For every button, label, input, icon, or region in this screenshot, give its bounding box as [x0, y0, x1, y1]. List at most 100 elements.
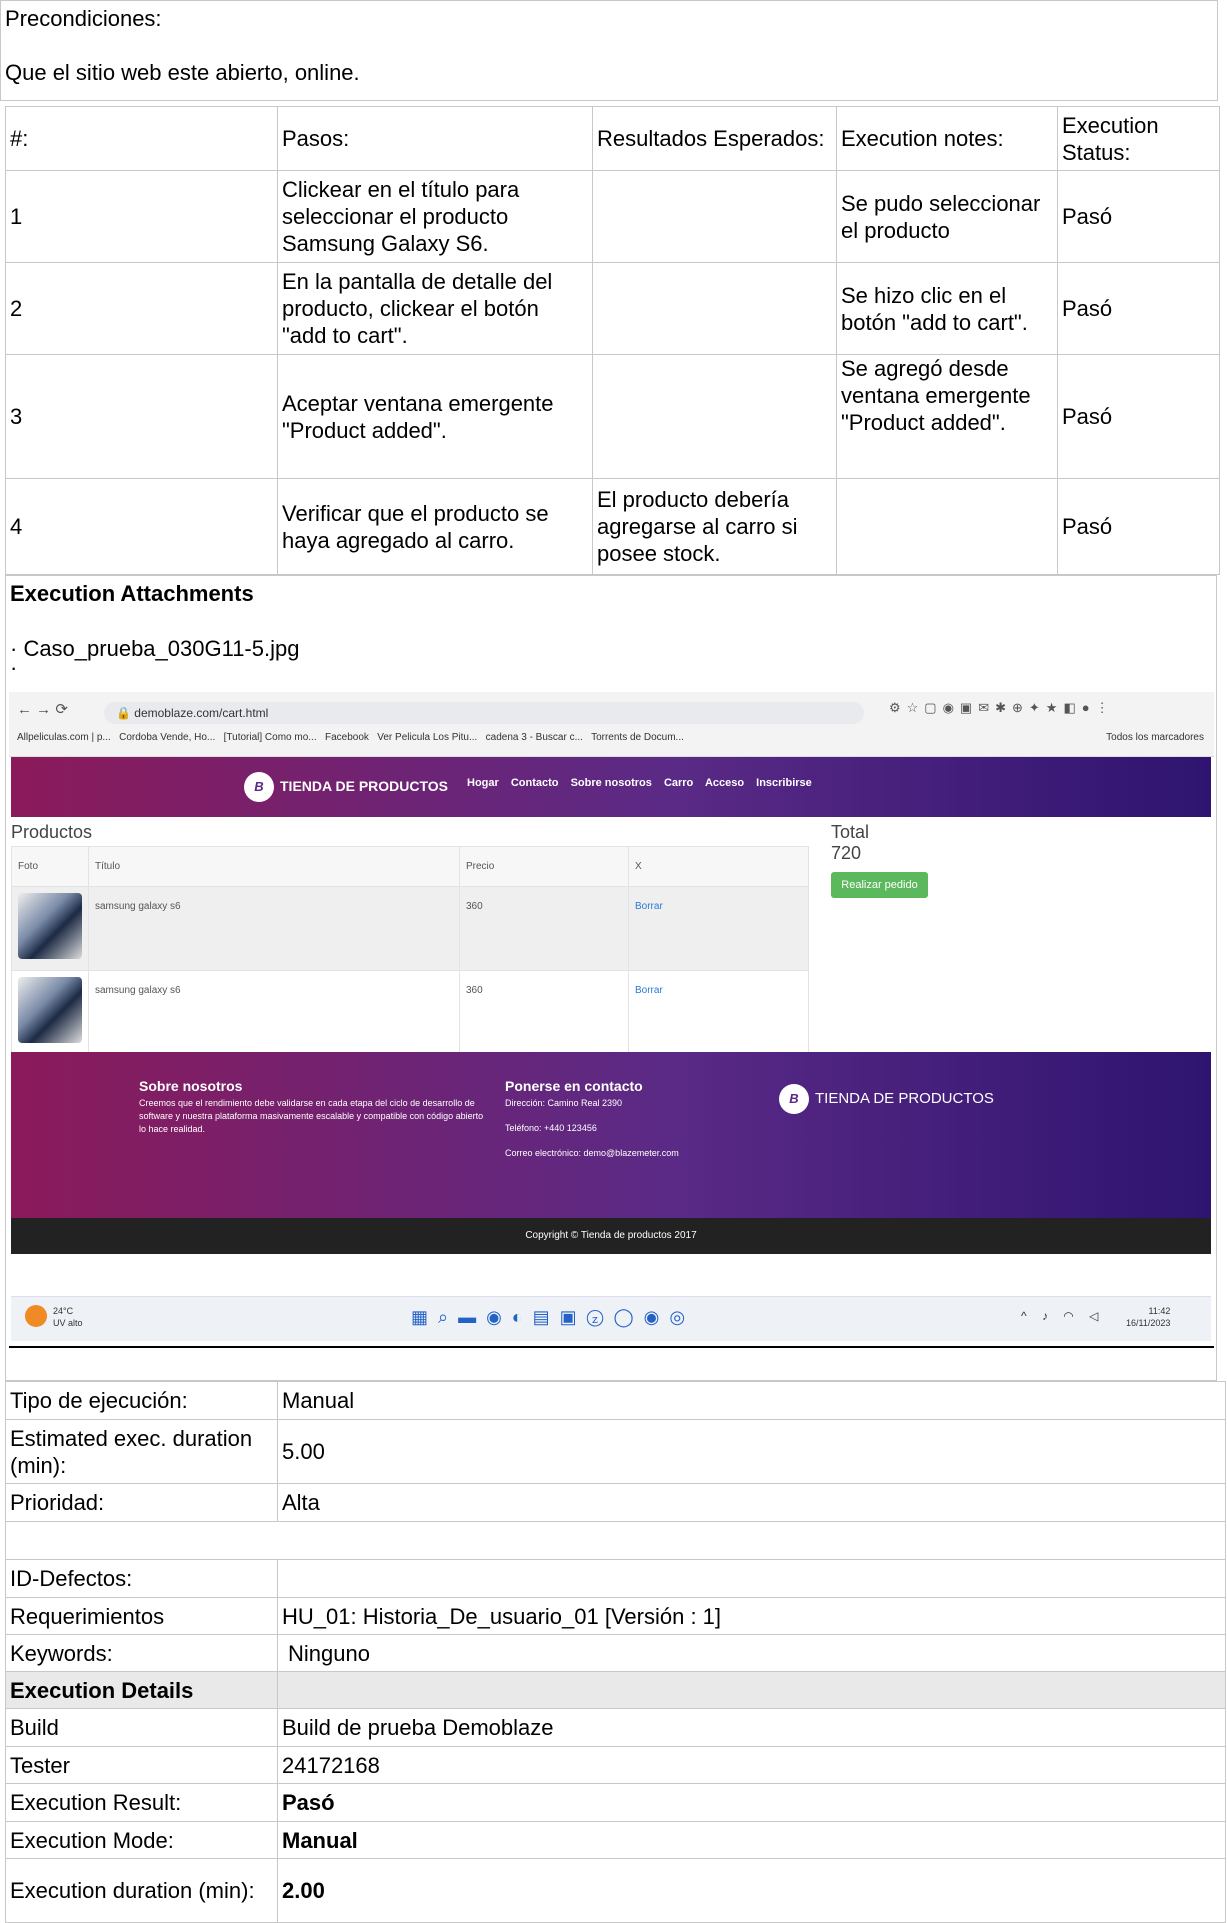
- store-logo-icon: B: [244, 772, 274, 803]
- store-brand: B TIENDA DE PRODUCTOS: [244, 771, 448, 803]
- step-expected: [592, 262, 837, 355]
- step-text: Verificar que el producto se haya agrega…: [277, 478, 593, 575]
- cart-header: Foto: [11, 846, 89, 887]
- screenshot-bottom-border: [9, 1346, 1214, 1348]
- requirements-value[interactable]: HU_01: Historia_De_usuario_01 [Versión :…: [277, 1597, 1226, 1635]
- total-block: Total 720: [831, 822, 869, 864]
- step-expected: [592, 170, 837, 263]
- bookmark: [Tutorial] Como mo...: [223, 732, 317, 743]
- system-tray-icons: ^ ♪ ◠ ◁: [1021, 1309, 1105, 1323]
- duration-label: Execution duration (min):: [5, 1858, 278, 1923]
- cart-header: X: [628, 846, 809, 887]
- phone-image: [18, 977, 82, 1043]
- priority-label: Prioridad:: [5, 1483, 278, 1522]
- step-text: En la pantalla de detalle del producto, …: [277, 262, 593, 355]
- preconditions-label: Precondiciones:: [5, 6, 162, 31]
- step-num: 1: [5, 170, 278, 263]
- weather-icon: [25, 1305, 47, 1327]
- menu-item: Inscribirse: [756, 777, 812, 789]
- cart-title: samsung galaxy s6: [88, 886, 460, 971]
- keywords-value: Ninguno: [277, 1634, 1226, 1672]
- footer-phone: Teléfono: +440 123456: [505, 1123, 597, 1133]
- cart-row: samsung galaxy s6 360 Borrar: [11, 886, 809, 971]
- address-url: demoblaze.com/cart.html: [134, 706, 269, 720]
- store-menu: Hogar Contacto Sobre nosotros Carro Acce…: [467, 777, 821, 789]
- cart-title: samsung galaxy s6: [88, 970, 460, 1055]
- bookmarks-bar: Allpeliculas.com | p... Cordoba Vende, H…: [17, 732, 684, 743]
- step-expected: El producto debería agregarse al carro s…: [592, 478, 837, 575]
- total-label: Total: [831, 822, 870, 842]
- spacer-row: [5, 1521, 1226, 1560]
- menu-item: Contacto: [510, 777, 559, 789]
- bookmark: Facebook: [324, 732, 369, 743]
- total-value: 720: [831, 843, 862, 863]
- products-title: Productos: [11, 822, 93, 842]
- footer-about: Sobre nosotros Creemos que el rendimient…: [139, 1078, 489, 1136]
- footer-about-title: Sobre nosotros: [139, 1078, 243, 1094]
- address-bar: 🔒 demoblaze.com/cart.html: [104, 702, 864, 724]
- step-row: 3 Aceptar ventana emergente "Product add…: [5, 354, 1220, 479]
- duration-value: 2.00: [277, 1858, 1226, 1923]
- menu-item: Acceso: [704, 777, 745, 789]
- cart-table: Foto Título Precio X samsung galaxy s6 3…: [11, 846, 809, 1055]
- footer-brand-text: TIENDA DE PRODUCTOS: [815, 1090, 994, 1107]
- est-duration-label: Estimated exec. duration (min):: [5, 1419, 278, 1484]
- priority-value: Alta: [277, 1483, 1226, 1522]
- execution-info-table: Tipo de ejecución: Manual Estimated exec.…: [5, 1381, 1226, 1923]
- steps-header-row: #: Pasos: Resultados Esperados: Executio…: [5, 106, 1220, 171]
- step-expected: [592, 354, 837, 479]
- attachment-file-link[interactable]: · Caso_prueba_030G11-5.jpg: [10, 635, 299, 662]
- result-value: Pasó: [277, 1783, 1226, 1822]
- header-status: Execution Status:: [1057, 106, 1220, 171]
- build-value: Build de prueba Demoblaze: [277, 1708, 1226, 1747]
- bookmark-all: Todos los marcadores: [1106, 732, 1204, 743]
- taskbar-app-icons: ▦⌕▬◉◐▤▣ⓩ◯◉◎: [411, 1307, 696, 1327]
- step-notes: Se hizo clic en el botón "add to cart".: [836, 262, 1058, 355]
- est-duration-value: 5.00: [277, 1419, 1226, 1484]
- steps-table: #: Pasos: Resultados Esperados: Executio…: [5, 106, 1220, 575]
- result-label: Execution Result:: [5, 1783, 278, 1822]
- menu-item: Carro: [663, 777, 694, 789]
- footer-address: Dirección: Camino Real 2390: [505, 1098, 623, 1108]
- clock-time: 11:42: [1148, 1306, 1171, 1316]
- attachment-bullet: ·: [10, 655, 18, 680]
- weather-temp: 24°C: [53, 1306, 74, 1316]
- store-navbar: B TIENDA DE PRODUCTOS Hogar Contacto Sobr…: [11, 757, 1211, 817]
- footer-contact: Ponerse en contacto Dirección: Camino Re…: [505, 1078, 679, 1160]
- step-row: 2 En la pantalla de detalle del producto…: [5, 262, 1220, 355]
- step-status: Pasó: [1057, 478, 1220, 575]
- step-status: Pasó: [1057, 354, 1220, 479]
- cart-price: 360: [459, 970, 629, 1055]
- cart-price: 360: [459, 886, 629, 971]
- attachments-section: Execution Attachments · Caso_prueba_030G…: [5, 575, 1217, 1381]
- browser-chrome: ← → ⟳ 🔒 demoblaze.com/cart.html ⚙☆▢◉▣✉✱⊕…: [9, 692, 1214, 757]
- defects-value: [277, 1559, 1226, 1598]
- step-text: Aceptar ventana emergente "Product added…: [277, 354, 593, 479]
- footer-contact-title: Ponerse en contacto: [505, 1078, 643, 1094]
- bookmark: cadena 3 - Buscar c...: [485, 732, 583, 743]
- cart-delete-link: Borrar: [628, 886, 809, 971]
- cart-delete-link: Borrar: [628, 970, 809, 1055]
- bookmark: Allpeliculas.com | p...: [17, 732, 111, 743]
- step-text: Clickear en el título para seleccionar e…: [277, 170, 593, 263]
- nav-arrows-icon: ← → ⟳: [17, 701, 68, 718]
- requirements-label: Requerimientos: [5, 1597, 278, 1635]
- tester-value: 24172168: [277, 1746, 1226, 1784]
- store-logo-icon: B: [779, 1084, 809, 1115]
- bookmark: Cordoba Vende, Ho...: [119, 732, 216, 743]
- cart-row: samsung galaxy s6 360 Borrar: [11, 970, 809, 1055]
- footer-brand: B TIENDA DE PRODUCTOS: [779, 1084, 994, 1115]
- step-num: 2: [5, 262, 278, 355]
- footer-about-text: Creemos que el rendimiento debe validars…: [139, 1098, 484, 1134]
- exec-type-label: Tipo de ejecución:: [5, 1381, 278, 1420]
- mode-label: Execution Mode:: [5, 1821, 278, 1859]
- step-status: Pasó: [1057, 262, 1220, 355]
- step-row: 4 Verificar que el producto se haya agre…: [5, 478, 1220, 575]
- bookmark: Ver Pelicula Los Pitu...: [377, 732, 478, 743]
- exec-type-value: Manual: [277, 1381, 1226, 1420]
- windows-taskbar: 24°C UV alto ▦⌕▬◉◐▤▣ⓩ◯◉◎ ^ ♪ ◠ ◁ 11:42 1…: [11, 1296, 1211, 1341]
- preconditions-box: Precondiciones: Que el sitio web este ab…: [0, 0, 1218, 101]
- bookmark: Torrents de Docum...: [591, 732, 684, 743]
- preconditions-text: Que el sitio web este abierto, online.: [5, 60, 360, 85]
- clock-date: 16/11/2023: [1126, 1318, 1171, 1328]
